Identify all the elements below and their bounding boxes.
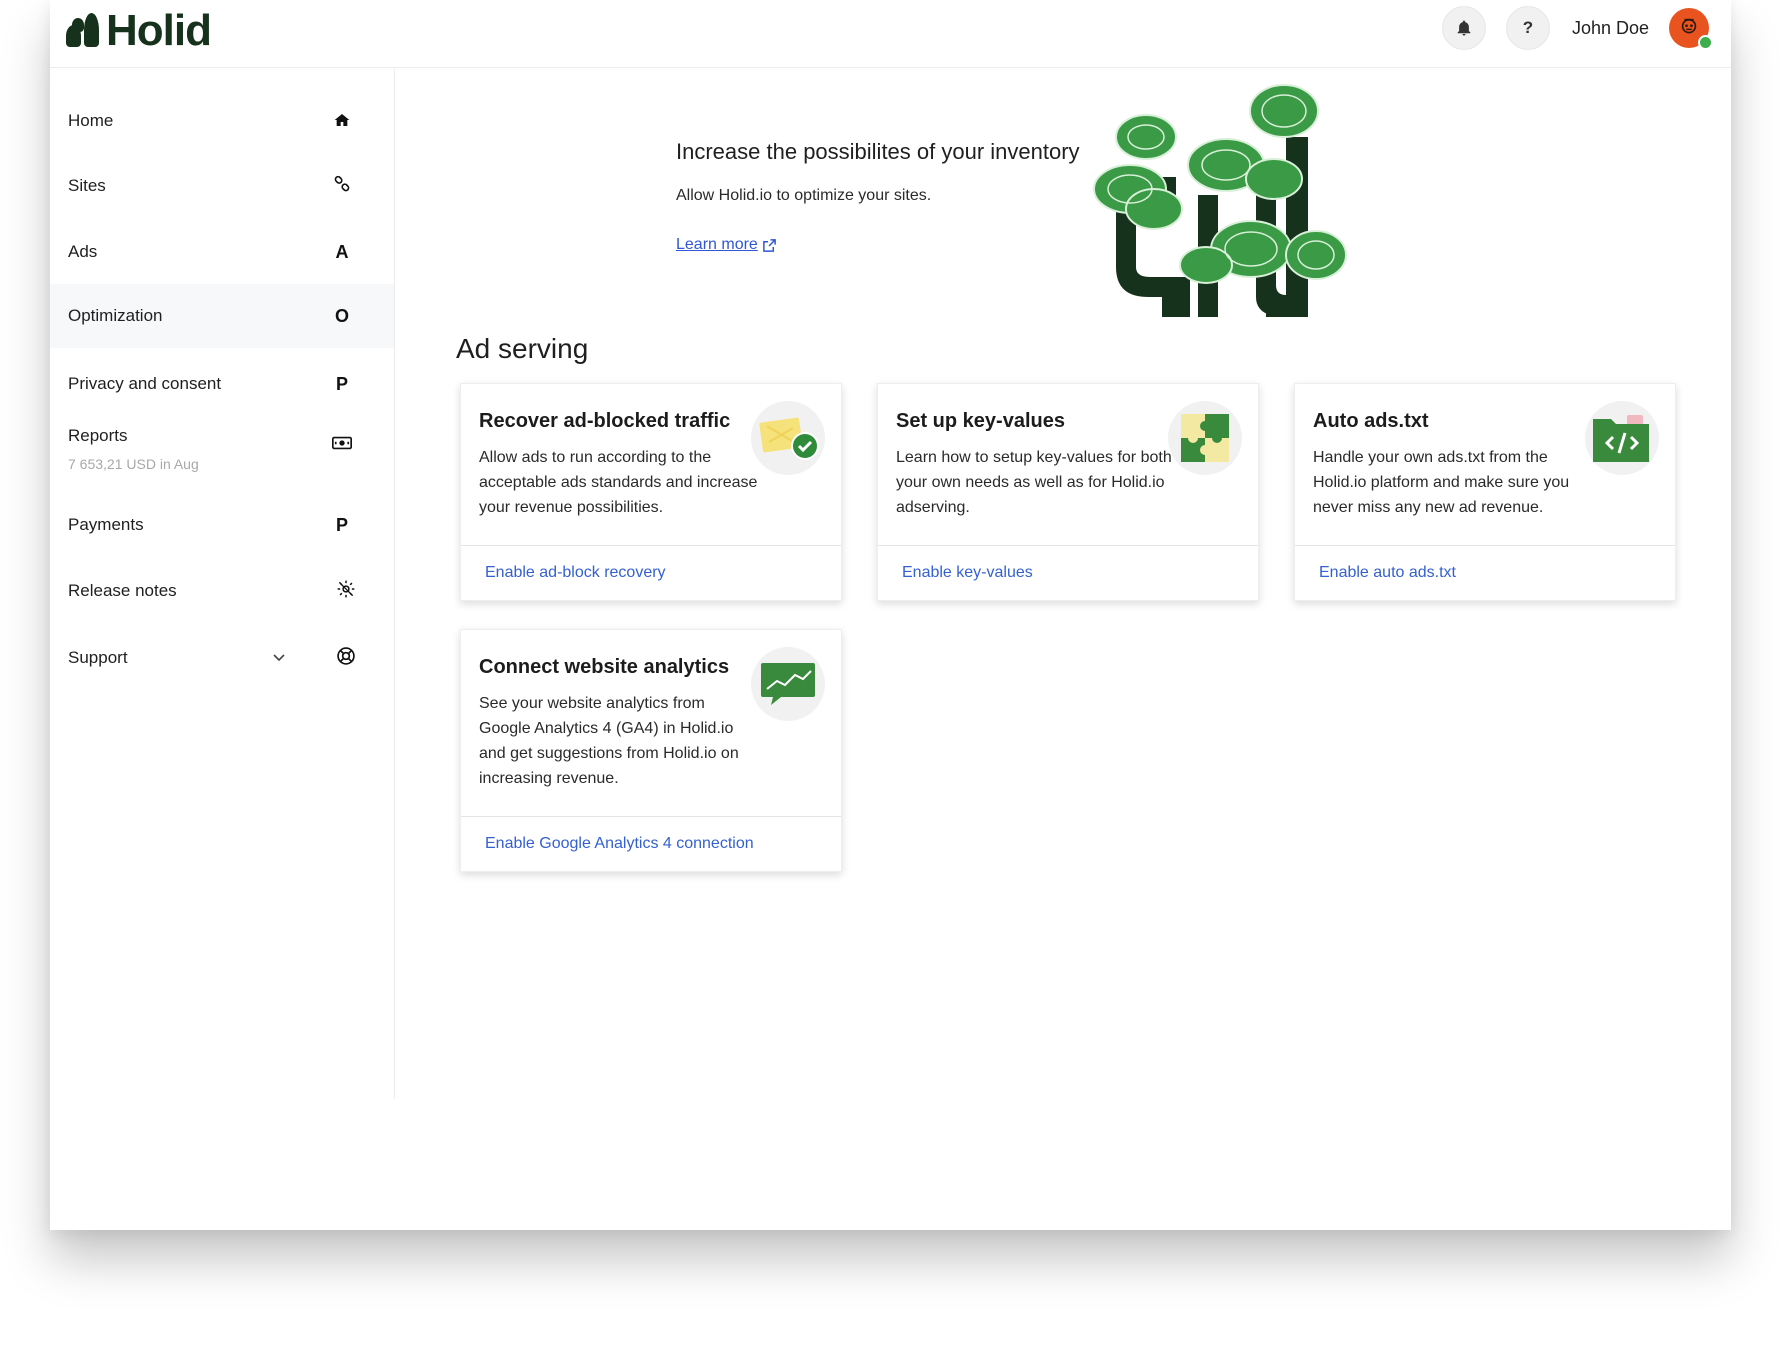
money-icon (330, 434, 354, 455)
bonsai-tree-illustration (1093, 84, 1347, 317)
help-button[interactable]: ? (1505, 6, 1550, 50)
card-description: Learn how to setup key-values for both y… (896, 449, 1172, 516)
user-face-icon (1681, 18, 1697, 34)
sidebar-item-support[interactable]: Support (50, 628, 394, 688)
sidebar-item-label: Support (68, 648, 128, 667)
holid-logo-text: Holid (106, 6, 212, 55)
online-status-dot (1698, 35, 1713, 50)
holid-logo[interactable]: Holid (66, 6, 212, 55)
main-content: Increase the possibilites of your invent… (396, 69, 1731, 1099)
hero-subtitle: Allow Holid.io to optimize your sites. (676, 187, 932, 204)
payments-letter-icon: P (335, 514, 348, 535)
card-connect-website-analytics: Connect website analytics See your websi… (460, 629, 842, 872)
link-icon (330, 175, 354, 198)
avatar[interactable] (1669, 8, 1713, 50)
sidebar-item-label: Privacy and consent (68, 374, 222, 393)
ad-block-check-icon (751, 401, 825, 475)
enable-auto-ads-txt-link[interactable]: Enable auto ads.txt (1295, 545, 1675, 600)
sidebar-item-label: Ads (68, 242, 98, 261)
app-window: Holid ? John Doe Home Sites Ads A Optimi… (50, 0, 1731, 1230)
analytics-chart-icon (751, 647, 825, 721)
sidebar-item-label: Payments (68, 515, 144, 534)
card-description: See your website analytics from Google A… (479, 695, 739, 787)
optimization-letter-icon: O (334, 305, 349, 326)
enable-google-analytics-4-connection-link[interactable]: Enable Google Analytics 4 connection (461, 816, 841, 871)
section-title-ad-serving: Ad serving (456, 333, 589, 364)
top-bar: Holid ? John Doe (50, 0, 1731, 68)
sidebar-item-optimization[interactable]: Optimization O (50, 284, 394, 348)
sidebar-item-label: Release notes (68, 581, 177, 600)
card-set-up-key-values: Set up key-values Learn how to setup key… (877, 383, 1259, 601)
bell-icon (1457, 20, 1471, 36)
holid-logo-mark-icon (66, 13, 100, 49)
sidebar-item-home[interactable]: Home (50, 91, 394, 151)
lifebuoy-icon (334, 646, 358, 671)
sidebar-item-payments[interactable]: Payments P (50, 495, 394, 555)
card-auto-ads-txt: Auto ads.txt Handle your own ads.txt fro… (1294, 383, 1676, 601)
reports-revenue-subtext: 7 653,21 USD in Aug (68, 456, 199, 472)
enable-ad-block-recovery-link[interactable]: Enable ad-block recovery (461, 545, 841, 600)
gear-icon (334, 579, 358, 604)
puzzle-icon (1168, 401, 1242, 475)
notifications-button[interactable] (1441, 6, 1486, 50)
sidebar-item-label: Home (68, 111, 114, 130)
external-link-icon (762, 238, 776, 252)
card-recover-ad-blocked-traffic: Recover ad-blocked traffic Allow ads to … (460, 383, 842, 601)
sidebar-item-label: Sites (68, 176, 106, 195)
card-description: Allow ads to run according to the accept… (479, 449, 758, 516)
sidebar-item-ads[interactable]: Ads A (50, 222, 394, 282)
sidebar-item-label: Reports (68, 426, 128, 445)
sidebar-item-sites[interactable]: Sites (50, 156, 394, 216)
sidebar-item-release-notes[interactable]: Release notes (50, 561, 394, 621)
sidebar-item-reports[interactable]: Reports 7 653,21 USD in Aug (50, 412, 394, 484)
chevron-down-icon[interactable] (272, 650, 286, 666)
privacy-letter-icon: P (335, 373, 348, 394)
sidebar: Home Sites Ads A Optimization O Privacy … (50, 69, 395, 1099)
hero-title: Increase the possibilites of your invent… (676, 139, 1080, 164)
sidebar-item-privacy-and-consent[interactable]: Privacy and consent P (50, 354, 394, 414)
card-description: Handle your own ads.txt from the Holid.i… (1313, 449, 1570, 516)
top-actions: ? John Doe (1441, 5, 1713, 51)
home-icon (330, 111, 354, 132)
learn-more-link[interactable]: Learn more (676, 236, 777, 254)
learn-more-label: Learn more (676, 236, 758, 253)
enable-key-values-link[interactable]: Enable key-values (878, 545, 1258, 600)
code-folder-icon (1585, 401, 1659, 475)
ads-letter-icon: A (335, 241, 349, 262)
user-name[interactable]: John Doe (1572, 18, 1649, 39)
sidebar-item-label: Optimization (68, 306, 163, 325)
